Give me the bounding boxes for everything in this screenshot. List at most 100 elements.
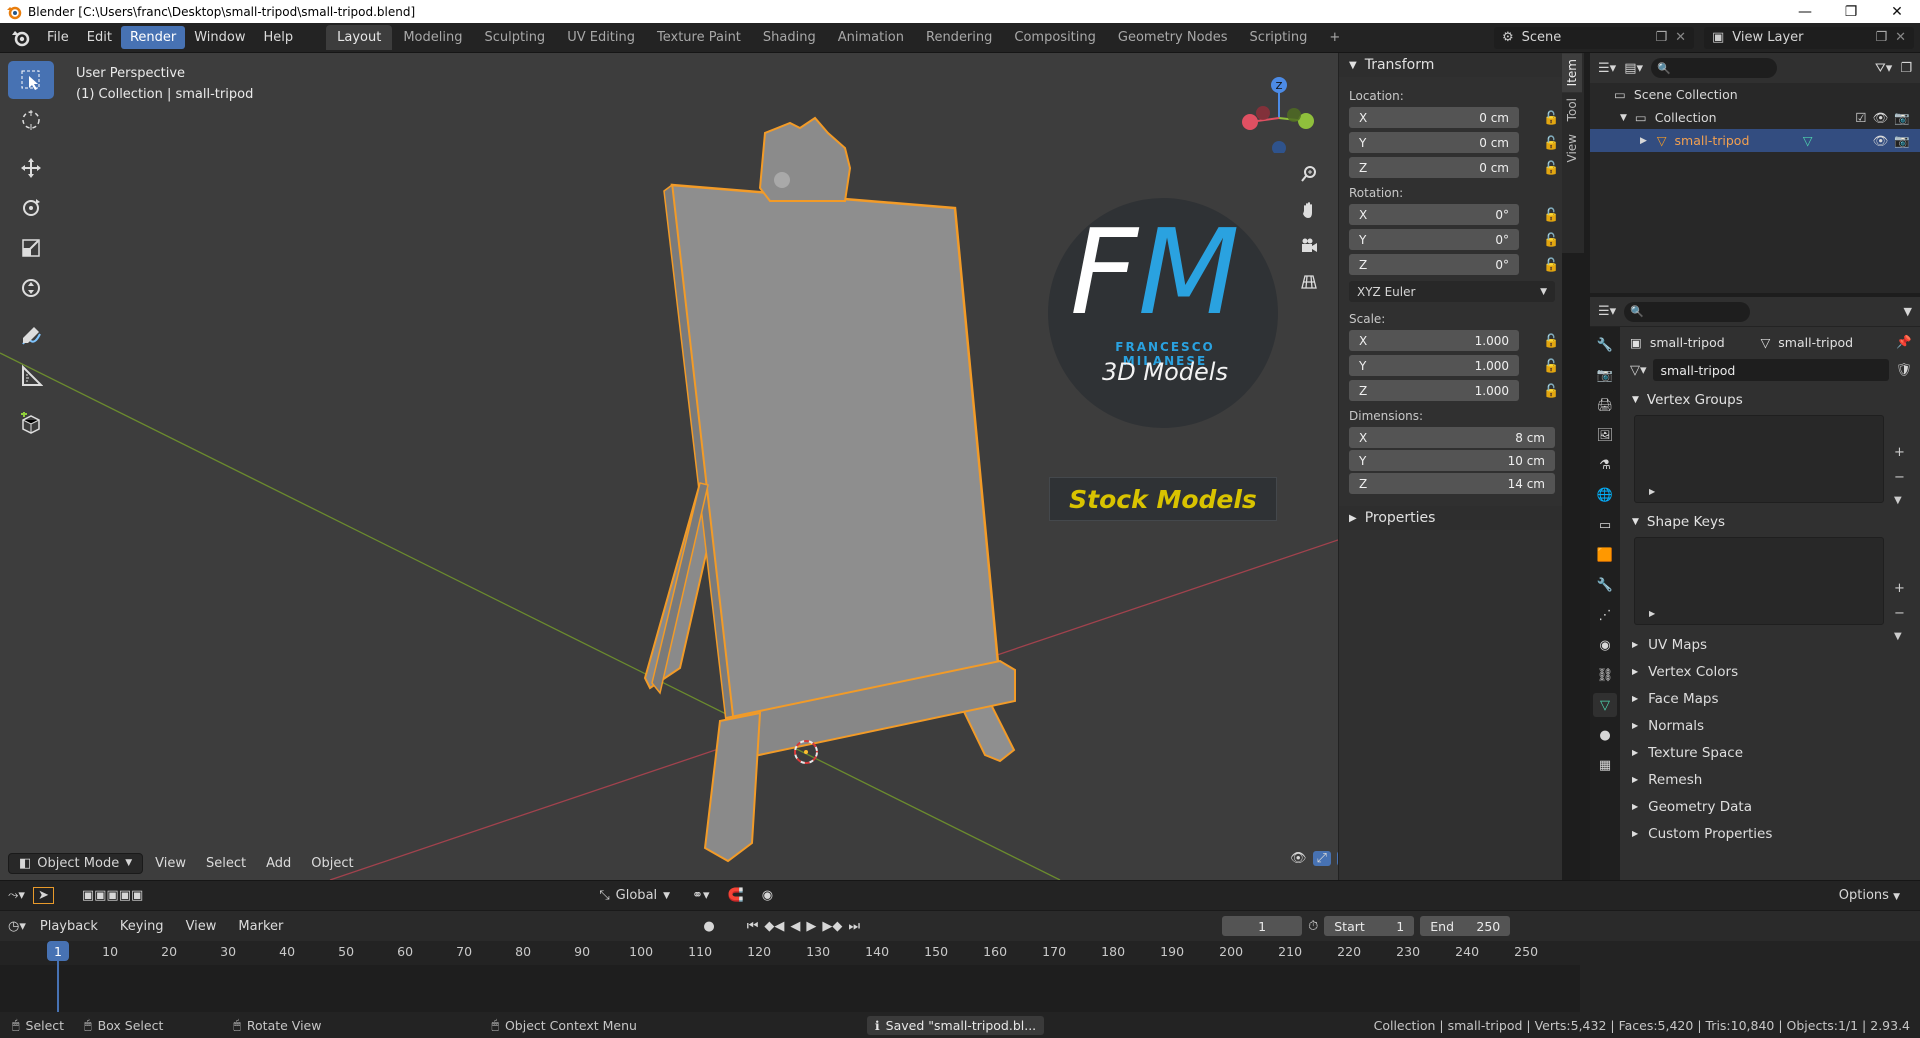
expand-triangle-icon[interactable]: ▶ xyxy=(1649,487,1655,496)
saved-notification[interactable]: ℹ Saved "small-tripod.bl... xyxy=(866,1015,1045,1035)
chevron-down-icon[interactable]: ▼ xyxy=(1894,631,1905,642)
render-tab-icon[interactable]: 📷 xyxy=(1593,363,1617,387)
camera-view-button[interactable] xyxy=(1296,233,1322,259)
transform-tool[interactable] xyxy=(8,269,54,307)
modifier-tab-icon[interactable]: 🔧 xyxy=(1593,573,1617,597)
snap-icon[interactable]: 🧲 xyxy=(728,888,744,903)
add-icon[interactable]: + xyxy=(1894,581,1905,596)
camera-icon[interactable]: 📷 xyxy=(1894,110,1910,126)
output-tab-icon[interactable]: 🖨 xyxy=(1593,393,1617,417)
location-z-field[interactable]: Z 0 cm xyxy=(1349,157,1519,178)
transform-panel-header[interactable]: ▼ Transform xyxy=(1339,53,1562,77)
menu-window[interactable]: Window xyxy=(185,26,254,49)
texture-tab-icon[interactable]: ▦ xyxy=(1593,753,1617,777)
fake-user-icon[interactable]: 🛡 xyxy=(1895,363,1912,378)
constraints-tab-icon[interactable]: ⛓ xyxy=(1593,663,1617,687)
delete-view-layer-icon[interactable]: ✕ xyxy=(1895,30,1906,45)
section-normals[interactable]: ▶ Normals xyxy=(1620,712,1920,739)
camera-icon[interactable]: 📷 xyxy=(1894,133,1910,149)
scale-z-field[interactable]: Z 1.000 xyxy=(1349,380,1519,401)
outliner-search-input[interactable]: 🔍 xyxy=(1651,58,1777,78)
lock-icon[interactable]: 🔓 xyxy=(1543,136,1559,151)
scale-x-field[interactable]: X 1.000 xyxy=(1349,330,1519,351)
location-y-field[interactable]: Y 0 cm xyxy=(1349,132,1519,153)
editor-type-icon[interactable]: ☰▾ xyxy=(1598,61,1616,76)
add-cube-tool[interactable] xyxy=(8,405,54,443)
menu-edit[interactable]: Edit xyxy=(78,26,121,49)
jump-end-icon[interactable]: ⏭ xyxy=(848,919,860,934)
lock-icon[interactable]: 🔓 xyxy=(1543,258,1559,273)
editor-type-icon[interactable]: ☰▾ xyxy=(1598,304,1616,319)
tab-sculpting[interactable]: Sculpting xyxy=(473,25,556,50)
play-icon[interactable]: ▶ xyxy=(806,919,816,934)
section-vertex-colors[interactable]: ▶ Vertex Colors xyxy=(1620,658,1920,685)
play-reverse-icon[interactable]: ◀ xyxy=(790,919,800,934)
pin-icon[interactable]: 📌 xyxy=(1896,334,1912,350)
timeline-menu-keying[interactable]: Keying xyxy=(112,917,172,936)
rotate-tool[interactable] xyxy=(8,189,54,227)
new-scene-icon[interactable]: ❐ xyxy=(1655,30,1667,45)
select-tool-icon[interactable]: ➤ xyxy=(32,887,54,904)
new-collection-icon[interactable]: ❐ xyxy=(1900,61,1912,76)
lock-icon[interactable]: 🔓 xyxy=(1543,161,1559,176)
chevron-down-icon[interactable]: ▼ xyxy=(1894,495,1905,506)
object-tab-icon[interactable]: 🟧 xyxy=(1593,543,1617,567)
filter-icon[interactable]: ⛛▾ xyxy=(1875,61,1892,76)
proportional-edit-icon[interactable]: ◉ xyxy=(762,888,773,903)
scale-tool[interactable] xyxy=(8,229,54,267)
outliner-row-small-tripod[interactable]: ▶ ▽ small-tripod ▽ 👁 📷 xyxy=(1590,129,1920,152)
section-vertex-groups[interactable]: ▼ Vertex Groups xyxy=(1620,387,1920,413)
transform-orientation-dropdown[interactable]: ⤡ Global ▼ xyxy=(599,888,670,903)
remove-icon[interactable]: − xyxy=(1894,606,1905,621)
view-layer-tab-icon[interactable]: 🖼 xyxy=(1593,423,1617,447)
object-mode-dropdown[interactable]: ◧ Object Mode ▼ xyxy=(8,852,144,874)
tab-modeling[interactable]: Modeling xyxy=(392,25,473,50)
collection-tab-icon[interactable]: ▭ xyxy=(1593,513,1617,537)
tab-scripting[interactable]: Scripting xyxy=(1239,25,1319,50)
tab-view[interactable]: View xyxy=(1562,128,1582,168)
particles-tab-icon[interactable]: ⋰ xyxy=(1593,603,1617,627)
eye-icon[interactable]: 👁 xyxy=(1873,110,1889,126)
timeline-menu-marker[interactable]: Marker xyxy=(230,917,291,936)
pan-view-button[interactable] xyxy=(1296,197,1322,223)
minimize-button[interactable]: — xyxy=(1782,4,1828,20)
dimensions-z-field[interactable]: Z 14 cm xyxy=(1349,473,1555,494)
world-tab-icon[interactable]: 🌐 xyxy=(1593,483,1617,507)
options-dropdown[interactable]: Options ▼ xyxy=(1839,888,1900,903)
tab-uv-editing[interactable]: UV Editing xyxy=(556,25,646,50)
move-tool[interactable] xyxy=(8,149,54,187)
lock-icon[interactable]: 🔓 xyxy=(1543,208,1559,223)
section-shape-keys[interactable]: ▼ Shape Keys xyxy=(1620,509,1920,535)
playhead-line[interactable] xyxy=(57,961,59,1013)
lock-icon[interactable]: 🔓 xyxy=(1543,384,1559,399)
properties-search-input[interactable]: 🔍 xyxy=(1624,301,1751,322)
outliner-row-collection[interactable]: ▼ ▭ Collection ☑ 👁 📷 xyxy=(1590,106,1920,129)
section-face-maps[interactable]: ▶ Face Maps xyxy=(1620,685,1920,712)
viewport-scene[interactable] xyxy=(0,53,1338,880)
3d-viewport[interactable]: User Perspective (1) Collection | small-… xyxy=(0,53,1562,880)
outliner-row-scene-collection[interactable]: ▭ Scene Collection xyxy=(1590,83,1920,106)
tab-tool[interactable]: Tool xyxy=(1562,92,1582,127)
collapse-triangle-icon[interactable]: ▼ xyxy=(1620,113,1627,123)
maximize-button[interactable]: ❐ xyxy=(1828,4,1874,20)
location-x-field[interactable]: X 0 cm xyxy=(1349,107,1519,128)
mesh-browse-icon[interactable]: ▽▾ xyxy=(1630,363,1647,378)
properties-panel-header[interactable]: ▶ Properties xyxy=(1339,506,1562,530)
close-window-button[interactable]: ✕ xyxy=(1874,4,1920,20)
timeline-ruler[interactable]: 10 20 30 40 50 60 70 80 90 100 110 120 130 140 150 160 1… xyxy=(0,941,1580,965)
select-box-tool[interactable] xyxy=(8,61,54,99)
viewport-menu-object[interactable]: Object xyxy=(303,854,361,873)
prev-keyframe-icon[interactable]: ◆◀ xyxy=(764,919,784,934)
delete-scene-icon[interactable]: ✕ xyxy=(1675,30,1686,45)
menu-help[interactable]: Help xyxy=(255,26,303,49)
section-uv-maps[interactable]: ▶ UV Maps xyxy=(1620,631,1920,658)
section-remesh[interactable]: ▶ Remesh xyxy=(1620,766,1920,793)
lock-icon[interactable]: 🔓 xyxy=(1543,359,1559,374)
zoom-view-button[interactable] xyxy=(1296,161,1322,187)
record-icon[interactable]: ● xyxy=(703,919,714,934)
section-geometry-data[interactable]: ▶ Geometry Data xyxy=(1620,793,1920,820)
start-frame-field[interactable]: Start 1 xyxy=(1324,916,1415,936)
menu-file[interactable]: File xyxy=(38,26,78,49)
timeline-editor-icon[interactable]: ◷▾ xyxy=(8,919,26,934)
add-workspace-button[interactable]: + xyxy=(1318,25,1351,50)
